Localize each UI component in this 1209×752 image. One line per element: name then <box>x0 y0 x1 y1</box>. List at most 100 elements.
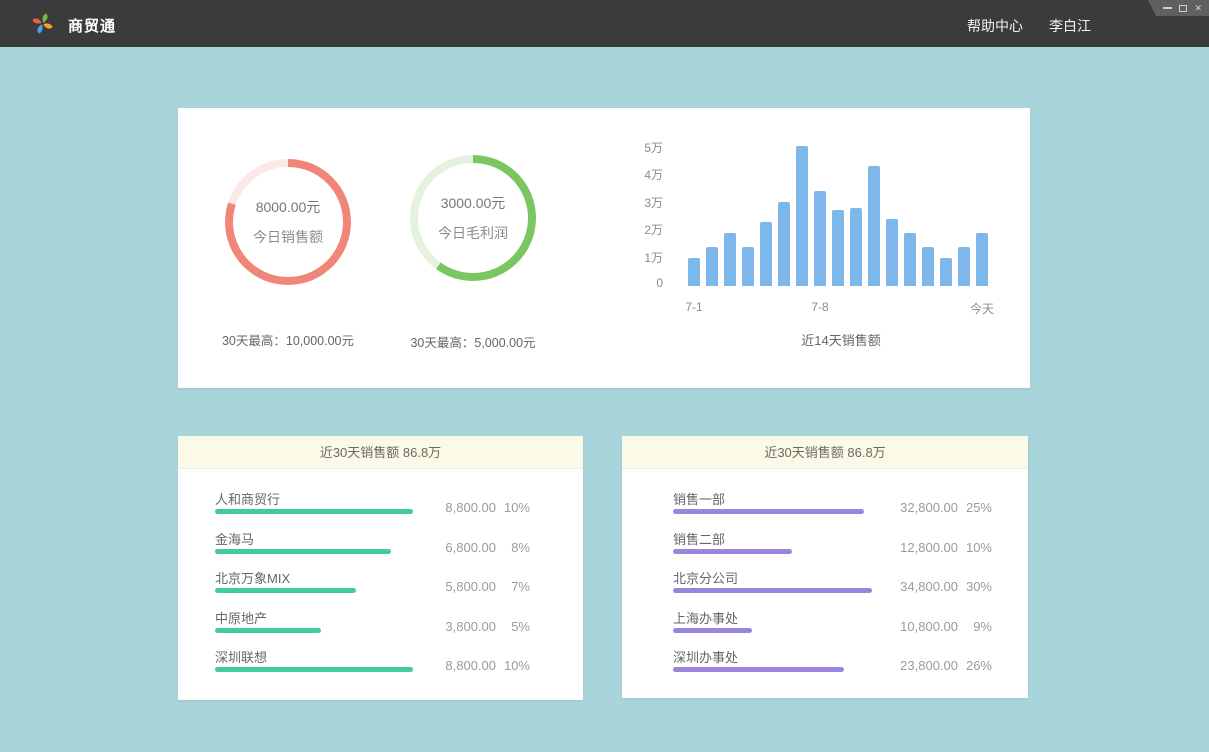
list-item-values: 6,800.008% <box>424 540 530 555</box>
today-sales-donut-text: 8000.00元 今日销售额 <box>225 159 351 285</box>
y-tick-label: 3万 <box>608 194 663 211</box>
bar <box>814 191 826 286</box>
department-ranking-title: 近30天销售额 86.8万 <box>622 436 1028 469</box>
titlebar-nav: 帮助中心 李白江 <box>967 16 1091 36</box>
list-item-amount: 6,800.00 <box>424 540 496 555</box>
sales-14d-bar-chart: 5万 4万 3万 2万 1万 0 7-1 7-8 今天 近14天销售额 <box>608 108 1030 388</box>
list-item: 深圳联想 8,800.0010% <box>215 646 563 686</box>
list-item-bar <box>215 667 413 672</box>
list-item-label: 人和商贸行 <box>215 489 280 508</box>
bar <box>706 247 718 286</box>
list-item: 北京分公司34,800.0030% <box>673 567 992 607</box>
list-item-percent: 25% <box>958 500 992 515</box>
list-item-percent: 26% <box>958 658 992 673</box>
bar <box>886 219 898 286</box>
list-item-bar <box>673 667 844 672</box>
list-item-amount: 8,800.00 <box>424 500 496 515</box>
list-item-percent: 30% <box>958 579 992 594</box>
bar <box>760 222 772 286</box>
list-item-percent: 5% <box>496 619 530 634</box>
list-item-values: 5,800.007% <box>424 579 530 594</box>
list-item-values: 8,800.0010% <box>424 500 530 515</box>
list-item-amount: 12,800.00 <box>886 540 958 555</box>
bar <box>832 210 844 286</box>
close-icon[interactable]: ✕ <box>1194 4 1202 13</box>
chart-title: 近14天销售额 <box>688 330 994 349</box>
bar <box>958 247 970 286</box>
today-profit-gauge: 3000.00元 今日毛利润 30天最高：5,000.00元 <box>373 155 573 351</box>
today-sales-donut: 8000.00元 今日销售额 <box>225 159 351 285</box>
list-item-label: 金海马 <box>215 529 254 548</box>
today-sales-value: 8000.00元 <box>256 197 321 217</box>
y-tick-label: 5万 <box>608 139 663 156</box>
list-item-bar <box>673 509 864 514</box>
today-profit-value: 3000.00元 <box>441 193 506 213</box>
today-profit-donut-text: 3000.00元 今日毛利润 <box>410 155 536 281</box>
bar <box>724 233 736 286</box>
list-item-amount: 5,800.00 <box>424 579 496 594</box>
today-sales-max-caption: 30天最高：10,000.00元 <box>188 330 388 349</box>
app-logo-icon <box>30 11 55 36</box>
list-item-percent: 10% <box>496 658 530 673</box>
list-item-percent: 9% <box>958 619 992 634</box>
list-item-values: 32,800.0025% <box>886 500 992 515</box>
x-tick-label: 7-1 <box>664 300 724 314</box>
x-tick-label: 7-8 <box>790 300 850 314</box>
list-item-label: 北京万象MIX <box>215 568 290 587</box>
help-center-link[interactable]: 帮助中心 <box>967 16 1023 36</box>
y-tick-label: 4万 <box>608 166 663 183</box>
bar <box>868 166 880 286</box>
list-item-bar <box>673 588 872 593</box>
bar <box>850 208 862 286</box>
list-item-label: 中原地产 <box>215 608 267 627</box>
app-title: 商贸通 <box>68 15 116 36</box>
list-item-bar <box>215 509 413 514</box>
customer-ranking-card: 近30天销售额 86.8万 人和商贸行8,800.0010%金海马6,800.0… <box>178 436 583 700</box>
list-item-bar <box>215 549 391 554</box>
today-profit-label: 今日毛利润 <box>438 223 508 243</box>
list-item: 销售一部32,800.0025% <box>673 488 992 528</box>
list-item-values: 8,800.0010% <box>424 658 530 673</box>
customer-ranking-list: 人和商贸行8,800.0010%金海马6,800.008%北京万象MIX5,80… <box>215 488 563 686</box>
bar <box>778 202 790 286</box>
list-item: 深圳办事处23,800.0026% <box>673 646 992 686</box>
maximize-icon[interactable] <box>1179 5 1187 12</box>
list-item-percent: 7% <box>496 579 530 594</box>
bar <box>940 258 952 286</box>
list-item: 上海办事处10,800.009% <box>673 607 992 647</box>
titlebar: 商贸通 帮助中心 李白江 ✕ <box>0 0 1209 47</box>
list-item-amount: 8,800.00 <box>424 658 496 673</box>
list-item-values: 12,800.0010% <box>886 540 992 555</box>
list-item-bar <box>215 628 321 633</box>
today-profit-donut: 3000.00元 今日毛利润 <box>410 155 536 281</box>
list-item-percent: 10% <box>958 540 992 555</box>
list-item: 北京万象MIX 5,800.007% <box>215 567 563 607</box>
y-tick-label: 1万 <box>608 249 663 266</box>
list-item-percent: 10% <box>496 500 530 515</box>
bar <box>796 146 808 286</box>
list-item-label: 深圳联想 <box>215 647 267 666</box>
list-item-amount: 32,800.00 <box>886 500 958 515</box>
user-menu[interactable]: 李白江 <box>1049 16 1091 36</box>
list-item-values: 34,800.0030% <box>886 579 992 594</box>
bar <box>688 258 700 286</box>
bar-chart-bars <box>688 146 988 286</box>
bar <box>976 233 988 286</box>
list-item-values: 10,800.009% <box>886 619 992 634</box>
minimize-icon[interactable] <box>1163 7 1172 9</box>
list-item-amount: 3,800.00 <box>424 619 496 634</box>
bar <box>742 247 754 286</box>
list-item-values: 3,800.005% <box>424 619 530 634</box>
list-item-amount: 23,800.00 <box>886 658 958 673</box>
today-sales-gauge: 8000.00元 今日销售额 30天最高：10,000.00元 <box>188 159 388 349</box>
bar <box>922 247 934 286</box>
list-item-bar <box>673 549 792 554</box>
list-item-amount: 10,800.00 <box>886 619 958 634</box>
x-tick-label: 今天 <box>952 300 1012 317</box>
list-item-amount: 34,800.00 <box>886 579 958 594</box>
y-tick-label: 2万 <box>608 221 663 238</box>
list-item: 销售二部12,800.0010% <box>673 528 992 568</box>
y-tick-label: 0 <box>608 276 663 290</box>
list-item-values: 23,800.0026% <box>886 658 992 673</box>
bar <box>904 233 916 286</box>
